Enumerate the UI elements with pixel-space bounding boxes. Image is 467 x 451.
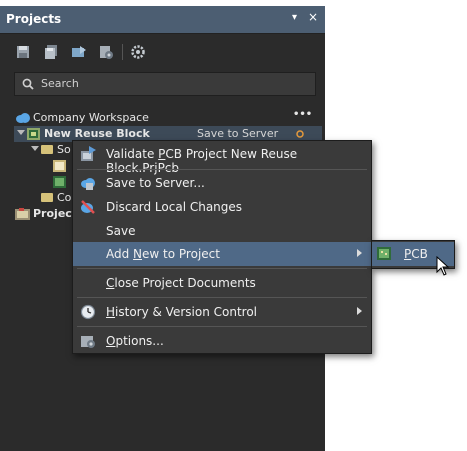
menu-item-save[interactable]: Save xyxy=(73,219,371,243)
folder-label: Co xyxy=(57,191,72,204)
menu-item-label: History & Version Control xyxy=(106,305,258,319)
menu-item-save-to-server[interactable]: Save to Server... xyxy=(73,171,371,195)
menu-item-discard-local-changes[interactable]: Discard Local Changes xyxy=(73,195,371,219)
menu-item-label: Options... xyxy=(106,334,164,348)
menu-item-label: Save xyxy=(106,224,136,238)
menu-item-validate[interactable]: Validate PCB Project New Reuse Block.Prj… xyxy=(73,142,371,175)
tree-row-workspace[interactable]: Company Workspace ••• xyxy=(0,109,325,126)
expand-icon[interactable] xyxy=(31,146,39,151)
menu-item-label: Close Project Documents xyxy=(106,276,256,290)
panel-title: Projects xyxy=(6,12,62,26)
tree-row-folder-source[interactable]: So xyxy=(0,142,72,158)
submenu-item-label: PCB xyxy=(404,247,428,261)
folder-icon xyxy=(41,145,53,154)
project-name: New Reuse Block xyxy=(44,127,150,140)
modified-indicator-icon xyxy=(296,130,304,138)
submenu-arrow-icon xyxy=(357,307,362,315)
close-icon[interactable]: × xyxy=(308,10,318,24)
menu-item-history-version-control[interactable]: History & Version Control xyxy=(73,300,371,324)
menu-item-options[interactable]: Options... xyxy=(73,329,371,353)
submenu-arrow-icon xyxy=(357,249,362,257)
tree-row-document[interactable] xyxy=(0,174,72,190)
expand-icon[interactable] xyxy=(17,130,25,135)
folder-label: So xyxy=(57,143,71,156)
search-placeholder: Search xyxy=(41,77,79,90)
cloud-save-icon xyxy=(81,178,95,190)
pin-dropdown-icon[interactable]: ▾ xyxy=(292,12,297,23)
menu-item-add-new-to-project[interactable]: Add New to Project xyxy=(73,242,371,266)
project-icon xyxy=(27,128,40,140)
project-icon xyxy=(15,208,30,220)
project-status: Save to Server xyxy=(197,127,279,140)
menu-separator xyxy=(77,268,367,269)
menu-item-close-project-documents[interactable]: Close Project Documents xyxy=(73,271,371,295)
folder-icon xyxy=(41,193,53,202)
mouse-cursor-icon xyxy=(436,256,450,276)
menu-separator xyxy=(77,169,367,170)
tree-row-document[interactable] xyxy=(0,158,72,174)
save-all-icon[interactable] xyxy=(44,45,58,59)
toolbar-separator xyxy=(122,44,123,60)
menu-item-label: Add New to Project xyxy=(106,247,220,261)
menu-item-label: Discard Local Changes xyxy=(106,200,243,214)
compile-icon[interactable] xyxy=(99,45,113,59)
menu-separator xyxy=(77,297,367,298)
workspace-label: Company Workspace xyxy=(33,111,149,124)
history-clock-icon xyxy=(80,304,96,320)
save-icon[interactable] xyxy=(16,45,30,59)
project2-label: Project xyxy=(33,207,78,220)
options-icon xyxy=(81,336,95,348)
search-icon xyxy=(22,78,34,90)
validate-icon xyxy=(81,146,96,161)
panel-toolbar xyxy=(0,34,325,70)
cloud-icon xyxy=(16,113,30,123)
pcb-icon xyxy=(377,247,391,260)
menu-item-label: Save to Server... xyxy=(106,176,205,190)
open-icon[interactable] xyxy=(72,45,86,59)
tree-row-project2[interactable]: Project xyxy=(0,206,77,222)
menu-separator xyxy=(77,326,367,327)
search-input[interactable]: Search xyxy=(14,72,316,96)
pcb-doc-icon xyxy=(53,176,66,188)
discard-icon xyxy=(81,200,95,214)
tree-row-folder-components[interactable]: Co xyxy=(0,190,72,206)
settings-icon[interactable] xyxy=(131,45,145,59)
panel-title-bar: Projects ▾ × xyxy=(0,6,325,34)
schematic-doc-icon xyxy=(53,160,66,172)
context-menu: Validate PCB Project New Reuse Block.Prj… xyxy=(72,140,372,354)
more-icon[interactable]: ••• xyxy=(293,109,312,120)
